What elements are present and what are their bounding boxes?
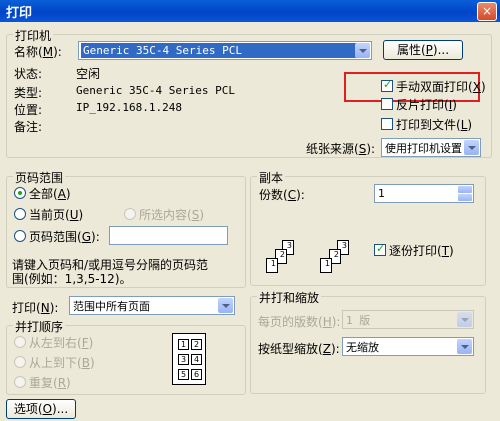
copies-group-label: 副本: [257, 169, 286, 186]
order-cell: 6: [191, 369, 202, 380]
paper-source-select[interactable]: 使用打印机设置: [381, 138, 481, 157]
range-all-radio[interactable]: [14, 187, 26, 199]
range-all-label: 全部(A): [29, 187, 71, 201]
copies-count-value: 1: [378, 187, 385, 200]
printer-name-label: 名称(M):: [14, 45, 62, 59]
page-range-group-label: 页码范围: [13, 169, 66, 186]
close-button[interactable]: ×: [477, 2, 497, 21]
zoom-group-label: 并打和缩放: [257, 289, 322, 306]
range-current-label: 当前页(U): [29, 208, 84, 222]
status-label: 状态:: [14, 67, 43, 81]
reverse-print-checkbox[interactable]: [381, 98, 393, 110]
range-pages-label: 页码范围(G):: [29, 230, 100, 244]
range-selection-label: 所选内容(S): [139, 208, 205, 222]
chevron-down-icon[interactable]: [355, 43, 370, 58]
print-order-preview: 1 2 3 4 5 6: [172, 333, 206, 385]
range-current-radio[interactable]: [14, 208, 26, 220]
printer-group-label: 打印机: [13, 27, 54, 44]
order-cell: 1: [178, 339, 189, 350]
spinner-arrows-icon[interactable]: [458, 186, 472, 201]
page-range-hint-line2: 围(例如：1,3,5-12)。: [12, 272, 132, 286]
status-value: 空闲: [76, 67, 101, 81]
print-what-value: 范围中所有页面: [73, 300, 150, 313]
chevron-down-icon[interactable]: [464, 140, 479, 155]
order-cell: 5: [178, 369, 189, 380]
pages-per-sheet-value: 1 版: [346, 314, 371, 327]
window-title: 打印: [6, 6, 33, 21]
print-what-select[interactable]: 范围中所有页面: [69, 296, 235, 315]
order-cell: 2: [191, 339, 202, 350]
order-cell: 3: [178, 354, 189, 365]
location-label: 位置:: [14, 103, 43, 117]
close-icon: ×: [481, 4, 493, 18]
type-label: 类型:: [14, 86, 43, 100]
order-repeat-label: 重复(R): [29, 376, 71, 390]
copies-count-label: 份数(C):: [259, 188, 305, 202]
print-to-file-checkbox[interactable]: [381, 118, 393, 130]
collate-label: 逐份打印(T): [389, 244, 454, 258]
pages-per-sheet-select[interactable]: 1 版: [342, 310, 474, 329]
range-selection-radio[interactable]: [124, 208, 136, 220]
chevron-down-icon[interactable]: [457, 312, 472, 327]
order-repeat-radio[interactable]: [14, 376, 26, 388]
reverse-print-label: 反片打印(I): [396, 98, 457, 112]
pages-per-sheet-label: 每页的版数(H):: [258, 315, 341, 329]
manual-duplex-checkbox[interactable]: [381, 78, 393, 92]
print-to-file-label: 打印到文件(L): [396, 118, 473, 132]
range-pages-radio[interactable]: [14, 230, 26, 242]
order-cell: 4: [191, 354, 202, 365]
title-bar: 打印 ×: [0, 0, 500, 22]
page-range-input[interactable]: [109, 226, 228, 245]
options-button[interactable]: 选项(O)...: [6, 399, 76, 419]
order-ltr-radio[interactable]: [14, 336, 26, 348]
paper-source-value: 使用打印机设置: [385, 142, 462, 155]
chevron-down-icon[interactable]: [218, 298, 233, 313]
paper-source-label: 纸张来源(S):: [306, 142, 376, 156]
collate-checkbox[interactable]: [374, 242, 386, 256]
location-value: IP_192.168.1.248: [76, 101, 182, 114]
comment-label: 备注:: [14, 120, 43, 134]
scale-value: 无缩放: [346, 341, 379, 354]
order-ttb-radio[interactable]: [14, 356, 26, 368]
properties-button[interactable]: 属性(P)...: [383, 40, 463, 60]
scale-select[interactable]: 无缩放: [342, 337, 474, 356]
printer-name-value: Generic 35C-4 Series PCL: [81, 43, 357, 58]
print-order-group-label: 并打顺序: [13, 318, 66, 335]
scale-label: 按纸型缩放(Z):: [258, 342, 340, 356]
manual-duplex-label: 手动双面打印(X): [396, 80, 486, 94]
order-ltr-label: 从左到右(F): [29, 336, 94, 350]
copies-count-spinner[interactable]: 1: [374, 184, 474, 203]
chevron-down-icon[interactable]: [457, 339, 472, 354]
type-value: Generic 35C-4 Series PCL: [76, 84, 235, 97]
order-ttb-label: 从上到下(B): [29, 356, 95, 370]
printer-name-select[interactable]: Generic 35C-4 Series PCL: [78, 41, 372, 60]
print-what-label: 打印(N):: [12, 301, 59, 315]
